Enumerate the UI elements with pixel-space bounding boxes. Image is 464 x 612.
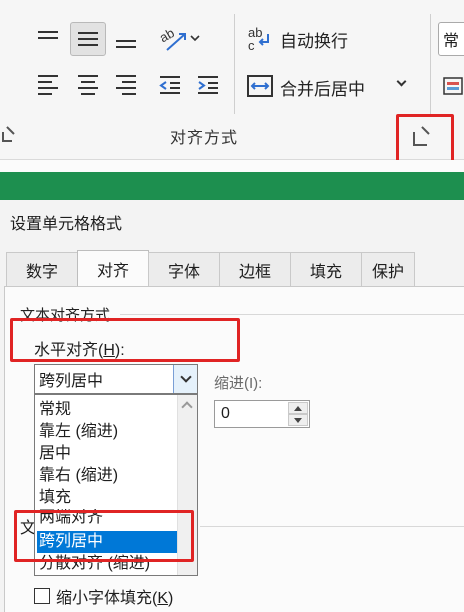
tab-protection[interactable]: 保护: [361, 252, 416, 286]
number-format-combo[interactable]: 常: [438, 22, 464, 56]
orientation-button[interactable]: ab: [152, 22, 206, 56]
conditional-format-icon: [443, 77, 463, 95]
ribbon-gap: [0, 160, 464, 172]
svg-text:c: c: [248, 38, 255, 52]
wrap-text-button[interactable]: ab c 自动换行: [246, 22, 376, 54]
alignment-group-label: 对齐方式: [170, 130, 239, 147]
align-right-button[interactable]: [110, 70, 142, 100]
align-left-icon: [38, 75, 58, 95]
spin-up-button[interactable]: [288, 402, 308, 414]
prev-group-launcher-icon[interactable]: [2, 132, 12, 142]
ribbon-separator: [234, 14, 235, 114]
decrease-indent-button[interactable]: [154, 70, 186, 100]
merge-center-button[interactable]: 合并后居中: [246, 70, 416, 102]
align-center-icon: [78, 75, 98, 95]
decrease-indent-icon: [159, 76, 180, 94]
scroll-up-icon[interactable]: [181, 401, 193, 413]
spin-down-button[interactable]: [288, 414, 308, 426]
section-divider: [120, 314, 464, 315]
highlight-horizontal-box: [10, 318, 240, 362]
align-right-icon: [116, 75, 136, 95]
list-item[interactable]: 居中: [37, 443, 177, 465]
indent-value: 0: [221, 405, 230, 422]
align-bottom-icon: [116, 40, 136, 48]
indent-label: 缩进(I):: [214, 375, 263, 392]
indent-spinner[interactable]: 0: [214, 400, 310, 428]
merge-dropdown-chevron-icon[interactable]: [396, 76, 407, 87]
align-top-icon: [38, 31, 58, 39]
align-bottom-button[interactable]: [110, 24, 142, 54]
tab-border[interactable]: 边框: [219, 252, 291, 286]
increase-indent-button[interactable]: [192, 70, 224, 100]
list-item[interactable]: 填充: [37, 487, 177, 509]
wrap-text-label: 自动换行: [280, 32, 348, 51]
spin-down-icon: [294, 417, 302, 423]
shrink-to-fit-checkbox[interactable]: [34, 588, 50, 604]
dialog-tabs: 数字 对齐 字体 边框 填充 保护: [6, 250, 416, 286]
ribbon-separator-2: [430, 14, 431, 114]
highlight-selected-option-box: [14, 510, 194, 562]
list-item[interactable]: 靠右 (缩进): [37, 465, 177, 487]
wrap-text-icon: ab c: [248, 25, 269, 52]
ribbon-alignment-group: ab ab c 自动换行 合并后居中 常 对齐方式: [0, 0, 464, 168]
list-item[interactable]: 常规: [37, 399, 177, 421]
align-middle-button[interactable]: [70, 22, 106, 56]
horizontal-alignment-select[interactable]: 跨列居中: [34, 364, 198, 394]
dialog-title: 设置单元格格式: [10, 216, 123, 233]
list-item[interactable]: 靠左 (缩进): [37, 421, 177, 443]
number-format-value: 常: [443, 33, 460, 50]
conditional-format-button[interactable]: [440, 72, 464, 100]
align-middle-icon: [78, 32, 98, 46]
spin-up-icon: [294, 405, 302, 411]
merge-center-label: 合并后居中: [280, 80, 365, 99]
tab-number[interactable]: 数字: [6, 252, 78, 286]
horizontal-alignment-value: 跨列居中: [39, 373, 104, 390]
dropdown-arrow-button[interactable]: [173, 365, 197, 393]
chevron-down-icon: [179, 371, 192, 383]
orientation-icon: ab: [157, 25, 200, 51]
align-top-button[interactable]: [32, 24, 64, 54]
align-center-button[interactable]: [72, 70, 104, 100]
tab-fill[interactable]: 填充: [290, 252, 362, 286]
align-left-button[interactable]: [32, 70, 64, 100]
tab-alignment[interactable]: 对齐: [77, 250, 149, 286]
svg-text:ab: ab: [157, 25, 177, 45]
increase-indent-icon: [198, 76, 218, 94]
shrink-to-fit-label: 缩小字体填充(K): [56, 590, 174, 607]
excel-accent-bar: [0, 172, 464, 200]
merge-center-icon: [247, 75, 273, 97]
shrink-to-fit-row[interactable]: 缩小字体填充(K): [34, 584, 173, 608]
tab-font[interactable]: 字体: [148, 252, 220, 286]
section-divider-2: [200, 526, 464, 527]
